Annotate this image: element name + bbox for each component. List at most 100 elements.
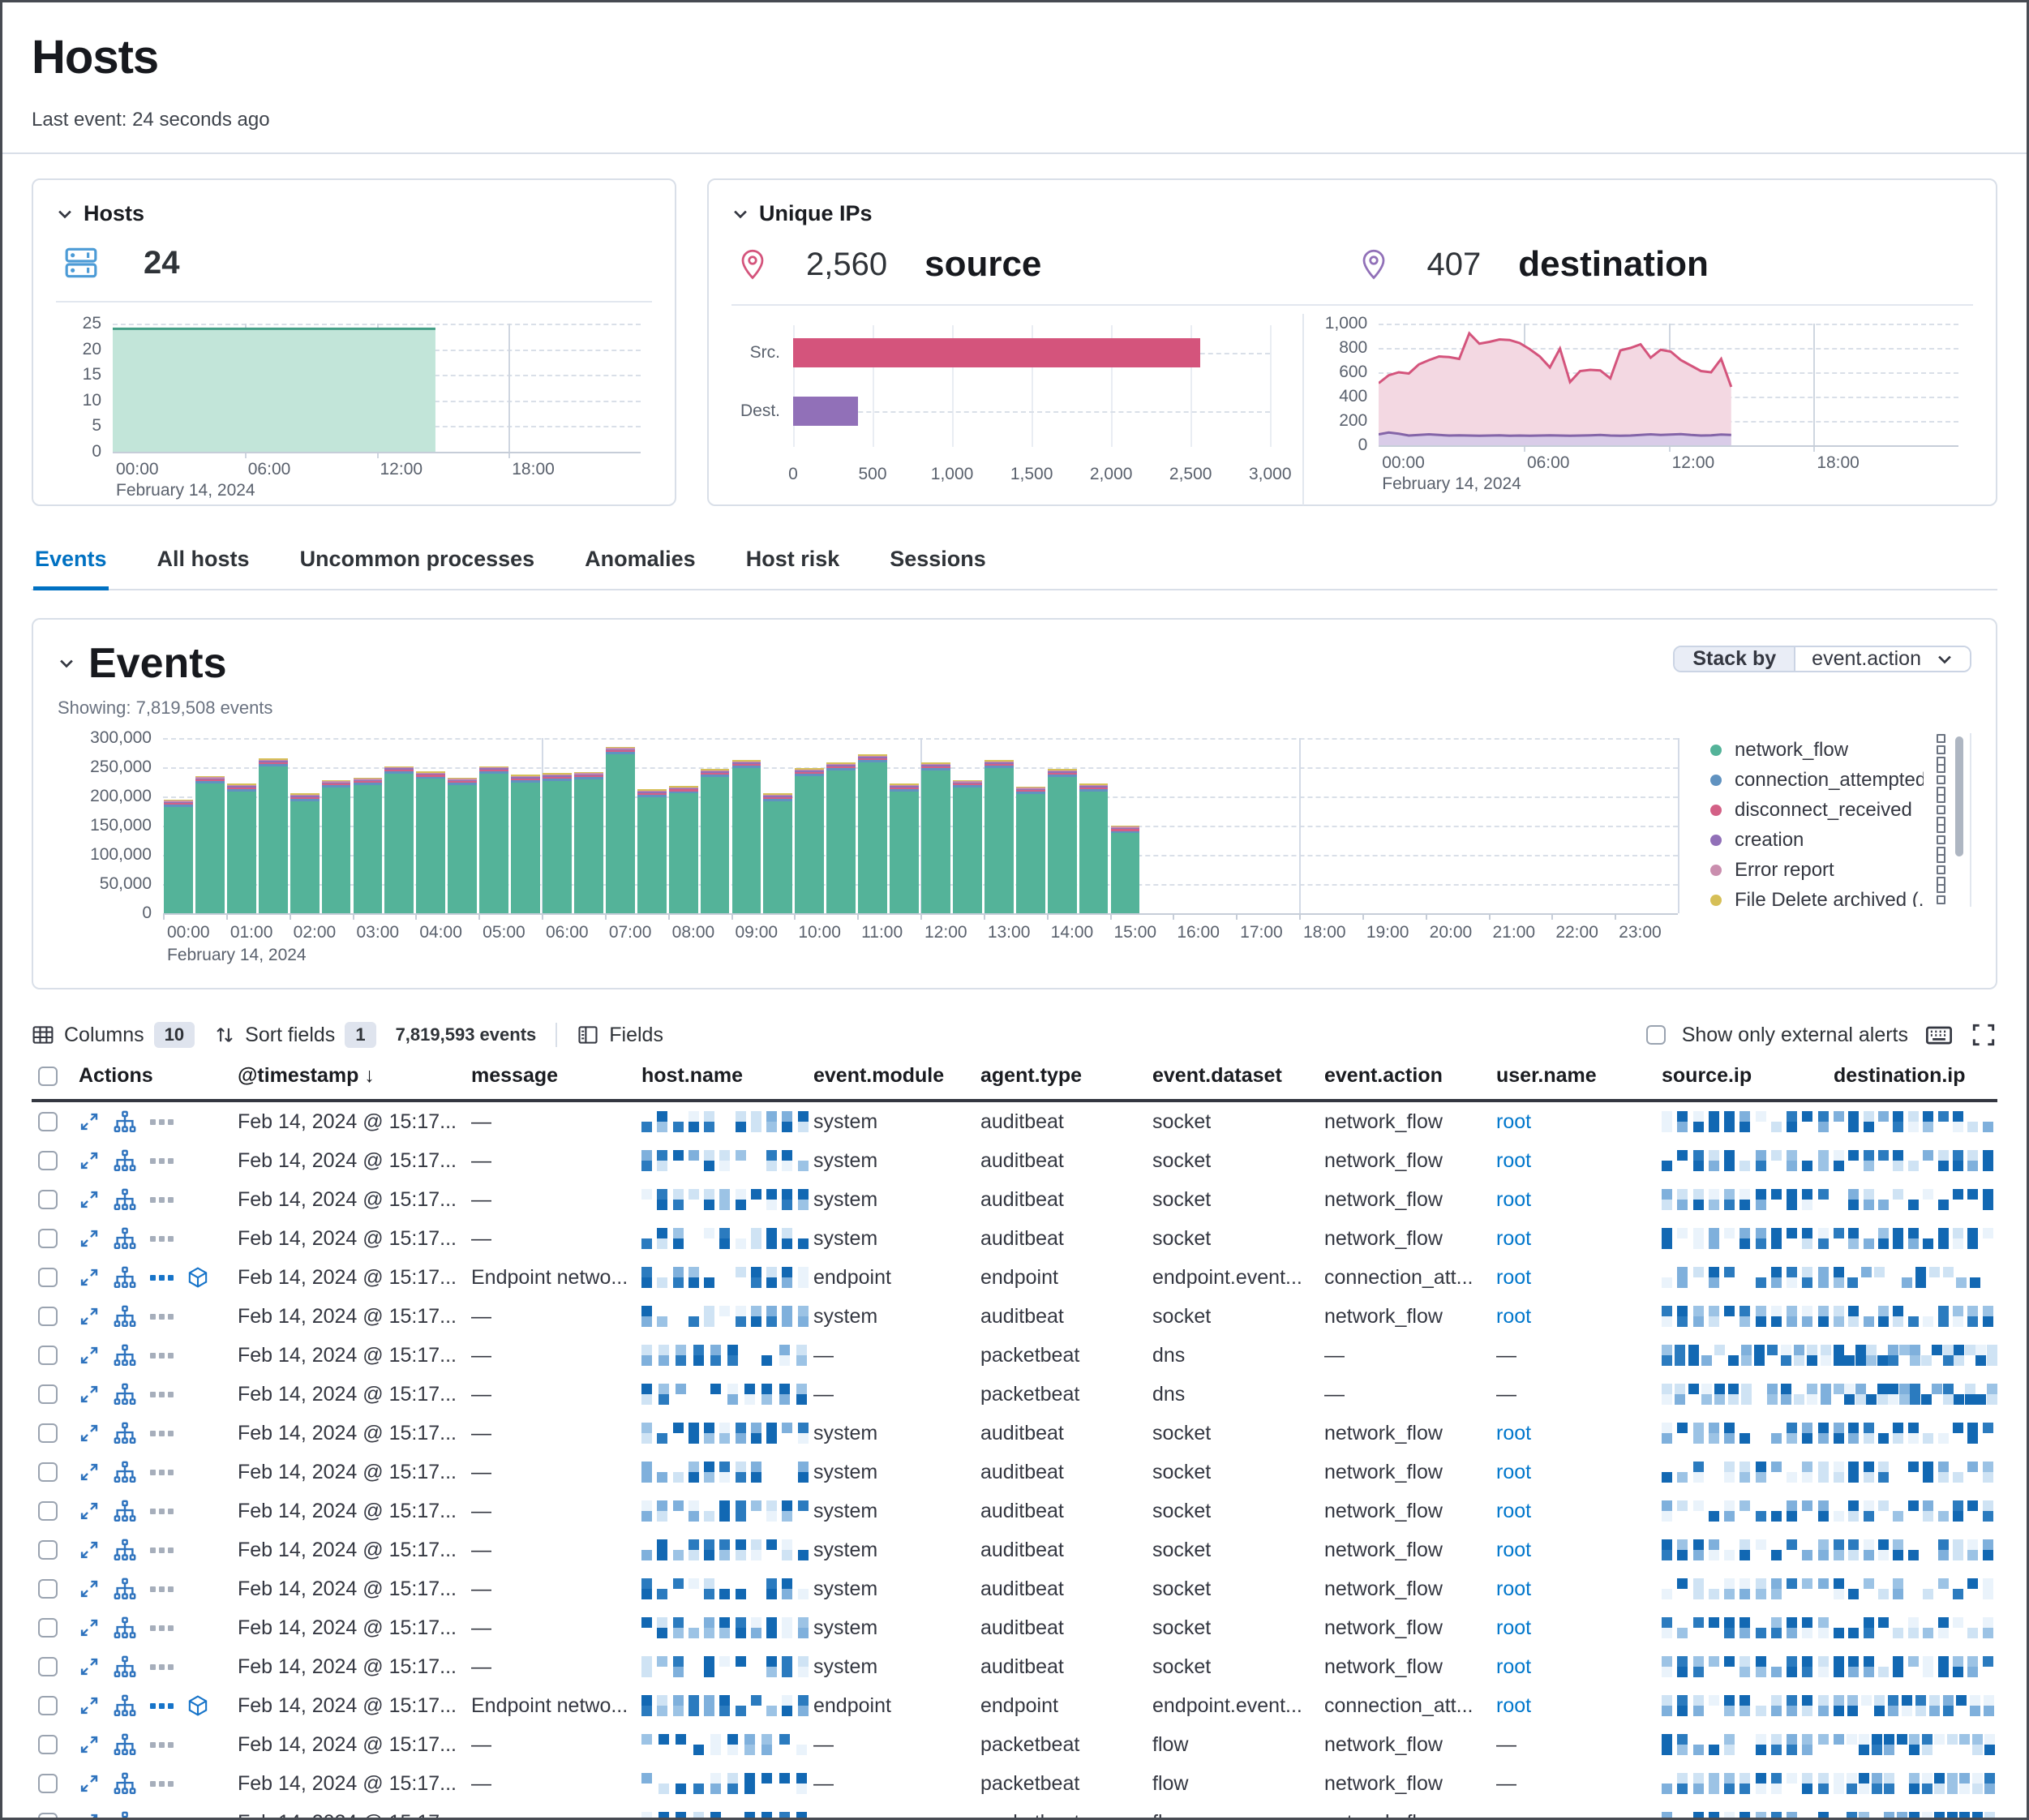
more-actions-icon[interactable] — [150, 1509, 174, 1514]
cell-timestamp[interactable]: Feb 14, 2024 @ 15:17... — [238, 1539, 471, 1562]
analyze-event-icon[interactable] — [113, 1538, 137, 1562]
legend-actions-icon[interactable] — [1937, 884, 1945, 907]
cell-user-name[interactable]: root — [1496, 1616, 1662, 1640]
expand-event-icon[interactable] — [79, 1345, 100, 1366]
histogram-bar[interactable] — [574, 772, 603, 913]
cell-user-name[interactable]: root — [1496, 1149, 1662, 1173]
histogram-bar[interactable] — [448, 778, 477, 913]
analyze-event-icon[interactable] — [113, 1732, 137, 1757]
legend-actions-icon[interactable] — [1937, 854, 1945, 886]
cell-user-name[interactable]: root — [1496, 1461, 1662, 1484]
sort-fields-button[interactable]: Sort fields 1 — [214, 1022, 375, 1048]
row-checkbox[interactable] — [38, 1346, 58, 1365]
cell-host-name[interactable] — [641, 1773, 813, 1794]
cell-timestamp[interactable]: Feb 14, 2024 @ 15:17... — [238, 1305, 471, 1329]
cell-destination-ip[interactable] — [1834, 1423, 1997, 1444]
cell-host-name[interactable] — [641, 1345, 813, 1366]
histogram-bar[interactable] — [290, 793, 320, 913]
cell-host-name[interactable] — [641, 1500, 813, 1522]
analyze-event-icon[interactable] — [113, 1382, 137, 1406]
cell-host-name[interactable] — [641, 1462, 813, 1483]
cell-user-name[interactable]: root — [1496, 1110, 1662, 1134]
cell-user-name[interactable]: root — [1496, 1188, 1662, 1212]
legend-label[interactable]: connection_attempted — [1735, 769, 1924, 792]
cell-timestamp[interactable]: Feb 14, 2024 @ 15:17... — [238, 1655, 471, 1679]
cell-user-name[interactable]: root — [1496, 1500, 1662, 1523]
histogram-bar[interactable] — [1111, 826, 1140, 913]
cell-host-name[interactable] — [641, 1656, 813, 1677]
row-checkbox[interactable] — [38, 1268, 58, 1287]
analyze-event-icon[interactable] — [113, 1226, 137, 1251]
histogram-bar[interactable] — [195, 776, 225, 913]
tab-events[interactable]: Events — [33, 542, 109, 590]
cell-timestamp[interactable]: Feb 14, 2024 @ 15:17... — [238, 1811, 471, 1820]
cell-destination-ip[interactable] — [1834, 1150, 1997, 1171]
expand-event-icon[interactable] — [79, 1695, 100, 1716]
histogram-bar[interactable] — [795, 768, 824, 913]
histogram-bar[interactable] — [354, 778, 383, 913]
histogram-bar[interactable] — [921, 762, 950, 913]
cell-source-ip[interactable] — [1662, 1578, 1834, 1599]
cell-destination-ip[interactable] — [1834, 1228, 1997, 1249]
cell-destination-ip[interactable] — [1834, 1539, 1997, 1560]
more-actions-icon[interactable] — [150, 1158, 174, 1164]
row-checkbox[interactable] — [38, 1735, 58, 1754]
histogram-bar[interactable] — [858, 754, 887, 913]
col-message[interactable]: message — [471, 1064, 641, 1088]
expand-event-icon[interactable] — [79, 1734, 100, 1755]
cell-destination-ip[interactable] — [1834, 1384, 1997, 1405]
analyze-event-icon[interactable] — [113, 1265, 137, 1290]
more-actions-icon[interactable] — [150, 1119, 174, 1125]
analyze-event-icon[interactable] — [113, 1460, 137, 1484]
expand-event-icon[interactable] — [79, 1656, 100, 1677]
analyze-event-icon[interactable] — [113, 1616, 137, 1640]
cell-source-ip[interactable] — [1662, 1462, 1834, 1483]
cell-destination-ip[interactable] — [1834, 1500, 1997, 1522]
unique-ips-panel-header[interactable]: Unique IPs — [731, 201, 1973, 226]
col-timestamp[interactable]: @timestamp ↓ — [238, 1064, 471, 1088]
chevron-down-icon[interactable] — [58, 655, 75, 672]
histogram-bar[interactable] — [732, 760, 761, 913]
cell-source-ip[interactable] — [1662, 1734, 1834, 1755]
histogram-bar[interactable] — [953, 780, 982, 913]
histogram-bar[interactable] — [416, 771, 445, 913]
external-alerts-checkbox[interactable] — [1646, 1025, 1666, 1045]
histogram-bar[interactable] — [164, 800, 193, 913]
col-actions[interactable]: Actions — [79, 1064, 238, 1088]
expand-event-icon[interactable] — [79, 1423, 100, 1444]
analyze-event-icon[interactable] — [113, 1810, 137, 1820]
cell-destination-ip[interactable] — [1834, 1306, 1997, 1327]
cell-destination-ip[interactable] — [1834, 1462, 1997, 1483]
expand-event-icon[interactable] — [79, 1189, 100, 1210]
cell-host-name[interactable] — [641, 1812, 813, 1820]
cell-source-ip[interactable] — [1662, 1773, 1834, 1794]
analyze-event-icon[interactable] — [113, 1343, 137, 1367]
col-user-name[interactable]: user.name — [1496, 1064, 1662, 1088]
cell-host-name[interactable] — [641, 1228, 813, 1249]
col-event-action[interactable]: event.action — [1324, 1064, 1496, 1088]
fullscreen-icon[interactable] — [1970, 1021, 1997, 1049]
more-actions-icon[interactable] — [150, 1781, 174, 1787]
col-source-ip[interactable]: source.ip — [1662, 1064, 1834, 1088]
analyze-event-icon[interactable] — [113, 1499, 137, 1523]
analyze-event-icon[interactable] — [113, 1187, 137, 1212]
row-checkbox[interactable] — [38, 1190, 58, 1209]
cell-source-ip[interactable] — [1662, 1267, 1834, 1288]
more-actions-icon[interactable] — [150, 1431, 174, 1436]
legend-label[interactable]: disconnect_received — [1735, 799, 1912, 822]
row-checkbox[interactable] — [38, 1813, 58, 1820]
cell-host-name[interactable] — [641, 1578, 813, 1599]
columns-button[interactable]: Columns 10 — [32, 1022, 195, 1048]
cell-source-ip[interactable] — [1662, 1306, 1834, 1327]
analyze-event-icon[interactable] — [113, 1304, 137, 1329]
expand-event-icon[interactable] — [79, 1150, 100, 1171]
col-host-name[interactable]: host.name — [641, 1064, 813, 1088]
more-actions-icon[interactable] — [150, 1392, 174, 1397]
row-checkbox[interactable] — [38, 1151, 58, 1170]
cell-host-name[interactable] — [641, 1150, 813, 1171]
cell-timestamp[interactable]: Feb 14, 2024 @ 15:17... — [238, 1772, 471, 1796]
cell-source-ip[interactable] — [1662, 1812, 1834, 1820]
analyze-event-icon[interactable] — [113, 1771, 137, 1796]
more-actions-icon[interactable] — [150, 1236, 174, 1242]
histogram-bar[interactable] — [637, 789, 667, 913]
